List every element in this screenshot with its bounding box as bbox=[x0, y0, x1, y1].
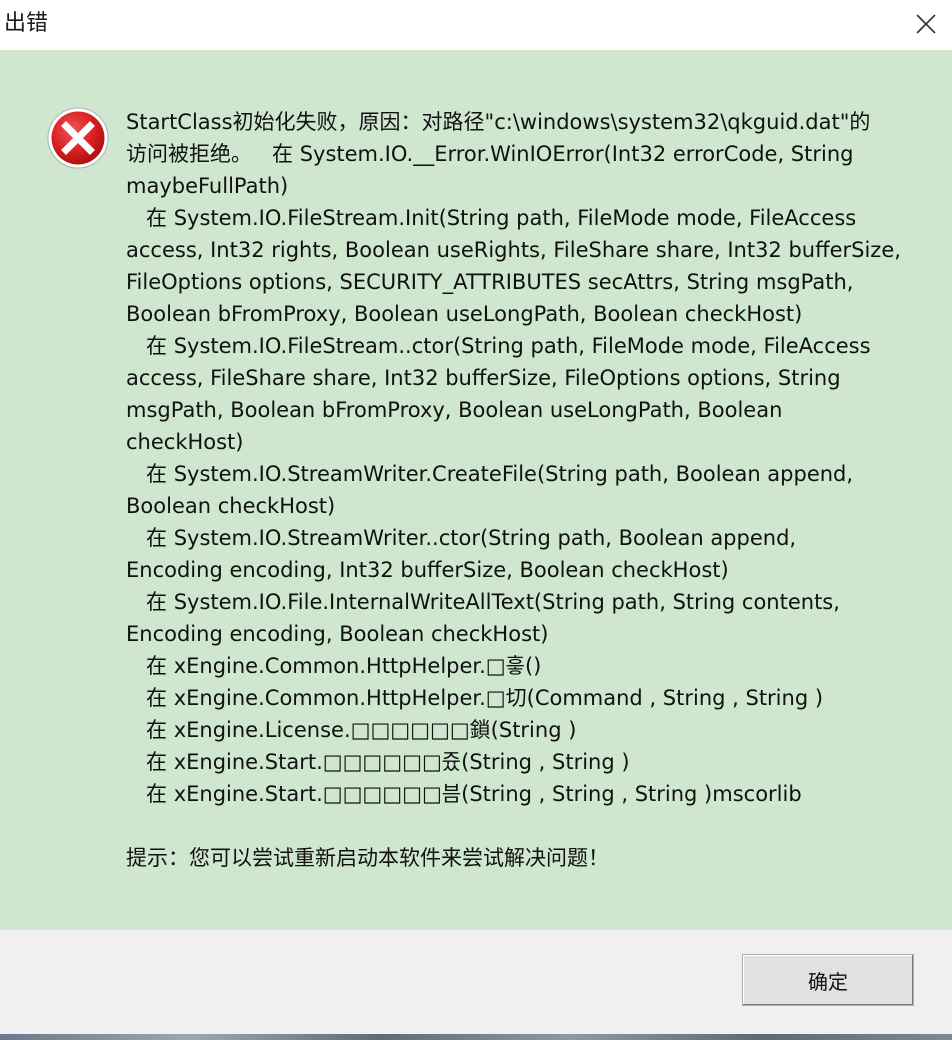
ok-button[interactable]: 确定 bbox=[742, 954, 914, 1006]
message-line: Boolean checkHost) bbox=[126, 494, 336, 518]
error-dialog: 出错 StartClass初始化失败，原因：对路径"c:\windows\sys… bbox=[0, 0, 952, 1040]
message-line: access, Int32 rights, Boolean useRights,… bbox=[126, 238, 901, 262]
message-line: 在 xEngine.Common.HttpHelper.□切(Command ,… bbox=[126, 686, 824, 710]
message-line: StartClass初始化失败，原因：对路径"c:\windows\system… bbox=[126, 110, 871, 134]
message-line: 在 System.IO.FileStream..ctor(String path… bbox=[126, 334, 871, 358]
close-icon bbox=[916, 14, 936, 34]
error-message: StartClass初始化失败，原因：对路径"c:\windows\system… bbox=[126, 106, 926, 810]
message-line: access, FileShare share, Int32 bufferSiz… bbox=[126, 366, 841, 390]
message-line: Encoding encoding, Boolean checkHost) bbox=[126, 622, 549, 646]
close-button[interactable] bbox=[900, 0, 952, 50]
message-line: 访问被拒绝。 在 System.IO.__Error.WinIOError(In… bbox=[126, 142, 854, 166]
button-bar: 确定 bbox=[0, 930, 952, 1034]
message-line: msgPath, Boolean bFromProxy, Boolean use… bbox=[126, 398, 783, 422]
hint-text: 提示：您可以尝试重新启动本软件来尝试解决问题！ bbox=[126, 846, 609, 870]
message-area: StartClass初始化失败，原因：对路径"c:\windows\system… bbox=[0, 50, 952, 930]
message-line: 在 xEngine.Start.□□□□□□즀(String , String … bbox=[126, 750, 630, 774]
message-line: 在 xEngine.Start.□□□□□□븜(String , String … bbox=[126, 782, 802, 806]
window-title: 出错 bbox=[4, 11, 49, 36]
message-line: 在 xEngine.License.□□□□□□鎖(String ) bbox=[126, 718, 577, 742]
taskbar-edge bbox=[0, 1034, 952, 1040]
message-line: 在 System.IO.StreamWriter.CreateFile(Stri… bbox=[126, 462, 854, 486]
message-line: 在 System.IO.FileStream.Init(String path,… bbox=[126, 206, 857, 230]
title-bar[interactable]: 出错 bbox=[0, 0, 952, 50]
message-line: 在 xEngine.Common.HttpHelper.□흫() bbox=[126, 654, 542, 678]
message-line: 在 System.IO.File.InternalWriteAllText(St… bbox=[126, 590, 840, 614]
error-icon bbox=[47, 107, 109, 169]
message-line: Boolean bFromProxy, Boolean useLongPath,… bbox=[126, 302, 803, 326]
message-line: maybeFullPath) bbox=[126, 174, 289, 198]
message-line: checkHost) bbox=[126, 430, 244, 454]
message-line: Encoding encoding, Int32 bufferSize, Boo… bbox=[126, 558, 729, 582]
message-line: 在 System.IO.StreamWriter..ctor(String pa… bbox=[126, 526, 797, 550]
message-line: FileOptions options, SECURITY_ATTRIBUTES… bbox=[126, 270, 854, 294]
